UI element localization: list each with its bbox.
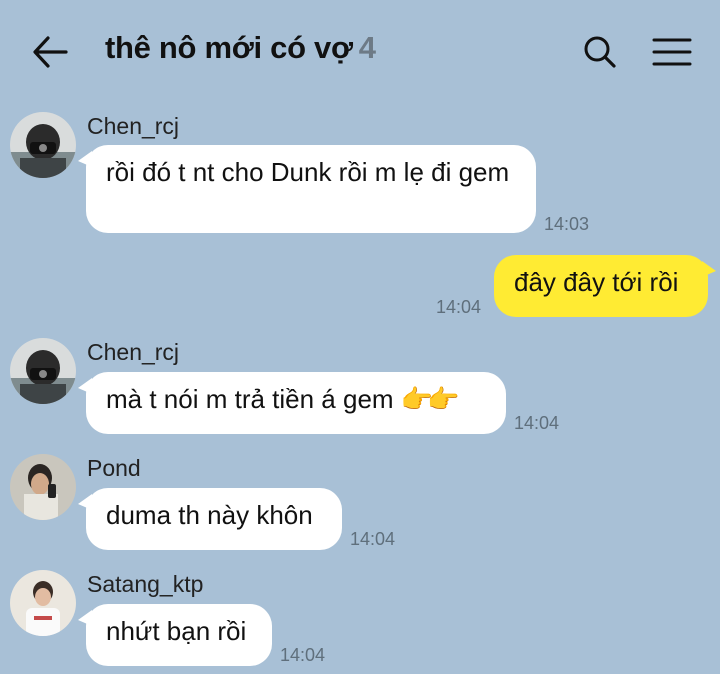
member-count: 4 (358, 30, 376, 65)
avatar-pond[interactable] (10, 454, 76, 520)
message-bubble[interactable]: rồi đó t nt cho Dunk rồi m lẹ đi gem (78, 145, 536, 233)
search-icon[interactable] (580, 32, 620, 72)
avatar-chen-rcj[interactable] (10, 112, 76, 178)
sender-name: Satang_ktp (87, 571, 204, 597)
message-text: duma th này khôn (106, 500, 313, 530)
avatar-satang-ktp[interactable] (10, 570, 76, 636)
sender-name: Chen_rcj (87, 113, 180, 139)
message-time: 14:04 (514, 413, 560, 433)
message-bubble[interactable]: nhứt bạn rồi (78, 604, 272, 666)
message-time: 14:04 (280, 645, 326, 665)
message-time: 14:03 (544, 214, 590, 234)
message-text: đây đây tới rồi (514, 267, 679, 297)
avatar-chen-rcj[interactable] (10, 338, 76, 404)
back-arrow-icon[interactable] (30, 32, 70, 72)
chat-title[interactable]: thê nô mới có vợ 4 (105, 30, 376, 66)
message-bubble[interactable]: duma th này khôn (78, 488, 342, 550)
pointing-hands-emoji-icon: 👉👉 (400, 384, 460, 414)
chat-header: thê nô mới có vợ 4 (0, 0, 720, 100)
message-time: 14:04 (350, 529, 396, 549)
message-bubble[interactable]: mà t nói m trả tiền á gem 👉👉 (78, 372, 506, 434)
sender-name: Chen_rcj (87, 339, 180, 365)
message-text: rồi đó t nt cho Dunk rồi m lẹ đi gem (106, 157, 510, 187)
sender-name: Pond (87, 455, 141, 481)
message-text: mà t nói m trả tiền á gem (106, 384, 394, 414)
message-text: nhứt bạn rồi (106, 616, 247, 646)
message-time: 14:04 (436, 297, 482, 317)
chat-name: thê nô mới có vợ (105, 30, 353, 65)
message-bubble-outgoing[interactable]: đây đây tới rồi (494, 255, 716, 317)
hamburger-menu-icon[interactable] (648, 32, 696, 72)
